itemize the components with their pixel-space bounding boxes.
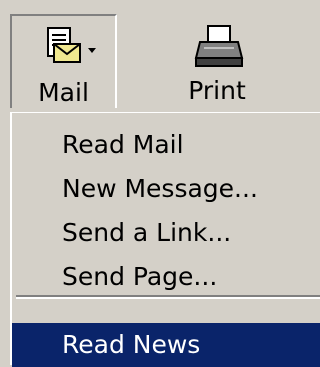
menu-item-send-page[interactable]: Send Page... <box>12 255 320 299</box>
menu-item-new-message[interactable]: New Message... <box>12 167 320 211</box>
mail-button[interactable]: Mail <box>10 14 117 108</box>
mail-label: Mail <box>38 78 89 107</box>
chevron-down-icon <box>88 48 96 53</box>
print-label: Print <box>188 76 246 105</box>
mail-dropdown-menu: Read Mail New Message... Send a Link... … <box>10 112 320 367</box>
print-button[interactable]: Print <box>172 14 262 108</box>
mail-envelope-icon <box>47 27 96 63</box>
menu-item-read-news[interactable]: Read News <box>12 323 320 367</box>
menu-item-send-link[interactable]: Send a Link... <box>12 211 320 255</box>
printer-icon <box>194 25 244 67</box>
menu-item-read-mail[interactable]: Read Mail <box>12 123 320 167</box>
toolbar: Mail Print <box>0 0 320 112</box>
menu-separator <box>16 295 320 299</box>
